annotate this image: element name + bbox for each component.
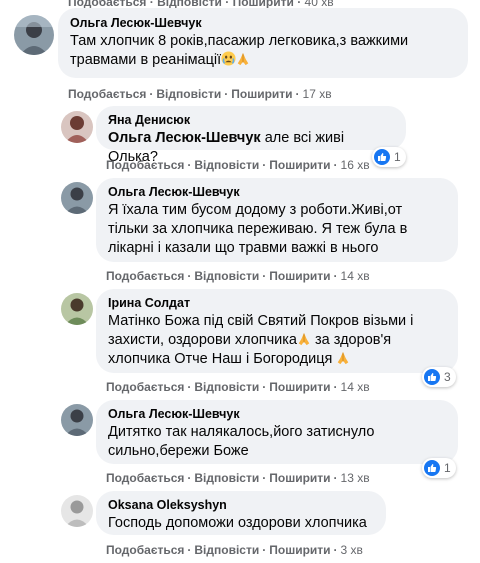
comment-author[interactable]: Ольга Лесюк-Шевчук: [70, 15, 456, 31]
share-link[interactable]: Поширити: [231, 87, 292, 101]
reaction-count[interactable]: 3: [422, 367, 456, 387]
reply-link[interactable]: Відповісти: [156, 87, 221, 101]
comment-actions: Подобається · Відповісти · Поширити · 17 хв: [68, 87, 332, 101]
comment-bubble: Ольга Лесюк-Шевчук Я їхала тим бусом дод…: [96, 178, 458, 262]
comment-author[interactable]: Oksana Oleksyshyn: [108, 497, 374, 513]
like-icon: [374, 149, 390, 165]
comment-bubble: Ольга Лесюк-Шевчук Дитятко так налякалос…: [96, 400, 458, 464]
reply-link[interactable]: Відповісти: [194, 158, 259, 172]
crying-face-icon: [221, 51, 236, 66]
reply-link[interactable]: Відповісти: [194, 471, 259, 485]
avatar[interactable]: [61, 182, 93, 214]
comment-time[interactable]: 14 хв: [341, 380, 370, 394]
like-link[interactable]: Подобається: [106, 269, 184, 283]
reply-link[interactable]: Відповісти: [194, 543, 259, 557]
comment-author[interactable]: Ірина Солдат: [108, 295, 446, 311]
comment-time[interactable]: 13 хв: [341, 471, 370, 485]
comment-author[interactable]: Ольга Лесюк-Шевчук: [108, 184, 446, 200]
like-link[interactable]: Подобається: [68, 87, 146, 101]
avatar[interactable]: [61, 293, 93, 325]
avatar[interactable]: [61, 495, 93, 527]
reaction-count[interactable]: 1: [372, 147, 406, 167]
share-link[interactable]: Поширити: [269, 543, 330, 557]
folded-hands-icon: [236, 52, 250, 66]
comment-bubble: Oksana Oleksyshyn Господь допоможи оздор…: [96, 491, 386, 535]
comment-time[interactable]: 14 хв: [341, 269, 370, 283]
like-link[interactable]: Подобається: [106, 543, 184, 557]
comment-actions: Подобається · Відповісти · Поширити · 3 хв: [106, 543, 363, 557]
comment-actions: Подобається · Відповісти · Поширити · 14 хв: [106, 269, 370, 283]
comment-actions: Подобається · Відповісти · Поширити · 14 хв: [106, 380, 370, 394]
mention-link[interactable]: Ольга Лесюк-Шевчук: [108, 130, 261, 146]
avatar[interactable]: [61, 111, 93, 143]
reply-link[interactable]: Відповісти: [194, 269, 259, 283]
like-icon: [424, 369, 440, 385]
comment-text: Я їхала тим бусом додому з роботи.Живі,о…: [108, 202, 408, 256]
comment-actions: Подобається · Відповісти · Поширити · 16 хв: [106, 158, 370, 172]
comment-text: Там хлопчик 8 років,пасажир легковика,з …: [70, 33, 409, 68]
comment-time[interactable]: 16 хв: [341, 158, 370, 172]
folded-hands-icon: [336, 351, 350, 365]
avatar[interactable]: [61, 404, 93, 436]
share-link[interactable]: Поширити: [269, 269, 330, 283]
comment-time[interactable]: 3 хв: [341, 543, 363, 557]
comment-author[interactable]: Ольга Лесюк-Шевчук: [108, 406, 446, 422]
share-link[interactable]: Поширити: [269, 380, 330, 394]
comment-bubble: Яна Денисюк Ольга Лесюк-Шевчук але всі ж…: [96, 106, 406, 165]
comment-text: Дитятко так налякалось,його затиснуло си…: [108, 424, 375, 459]
comment-bubble: Ірина Солдат Матінко Божа під свій Святи…: [96, 289, 458, 373]
like-link[interactable]: Подобається: [106, 158, 184, 172]
comment-bubble: Ольга Лесюк-Шевчук Там хлопчик 8 років,п…: [58, 8, 468, 78]
comment-time[interactable]: 17 хв: [303, 87, 332, 101]
comment-text: Матінко Божа під свій Святий Покров візь…: [108, 313, 414, 367]
share-link[interactable]: Поширити: [269, 471, 330, 485]
like-icon: [424, 460, 440, 476]
share-link[interactable]: Поширити: [269, 158, 330, 172]
like-link[interactable]: Подобається: [106, 471, 184, 485]
comment-author[interactable]: Яна Денисюк: [108, 112, 394, 128]
folded-hands-icon: [297, 332, 311, 346]
reply-link[interactable]: Відповісти: [194, 380, 259, 394]
comment-text: Господь допоможи оздорови хлопчика: [108, 515, 367, 531]
avatar[interactable]: [14, 15, 54, 55]
reaction-count[interactable]: 1: [422, 458, 456, 478]
comment-actions: Подобається · Відповісти · Поширити · 13 хв: [106, 471, 370, 485]
like-link[interactable]: Подобається: [106, 380, 184, 394]
